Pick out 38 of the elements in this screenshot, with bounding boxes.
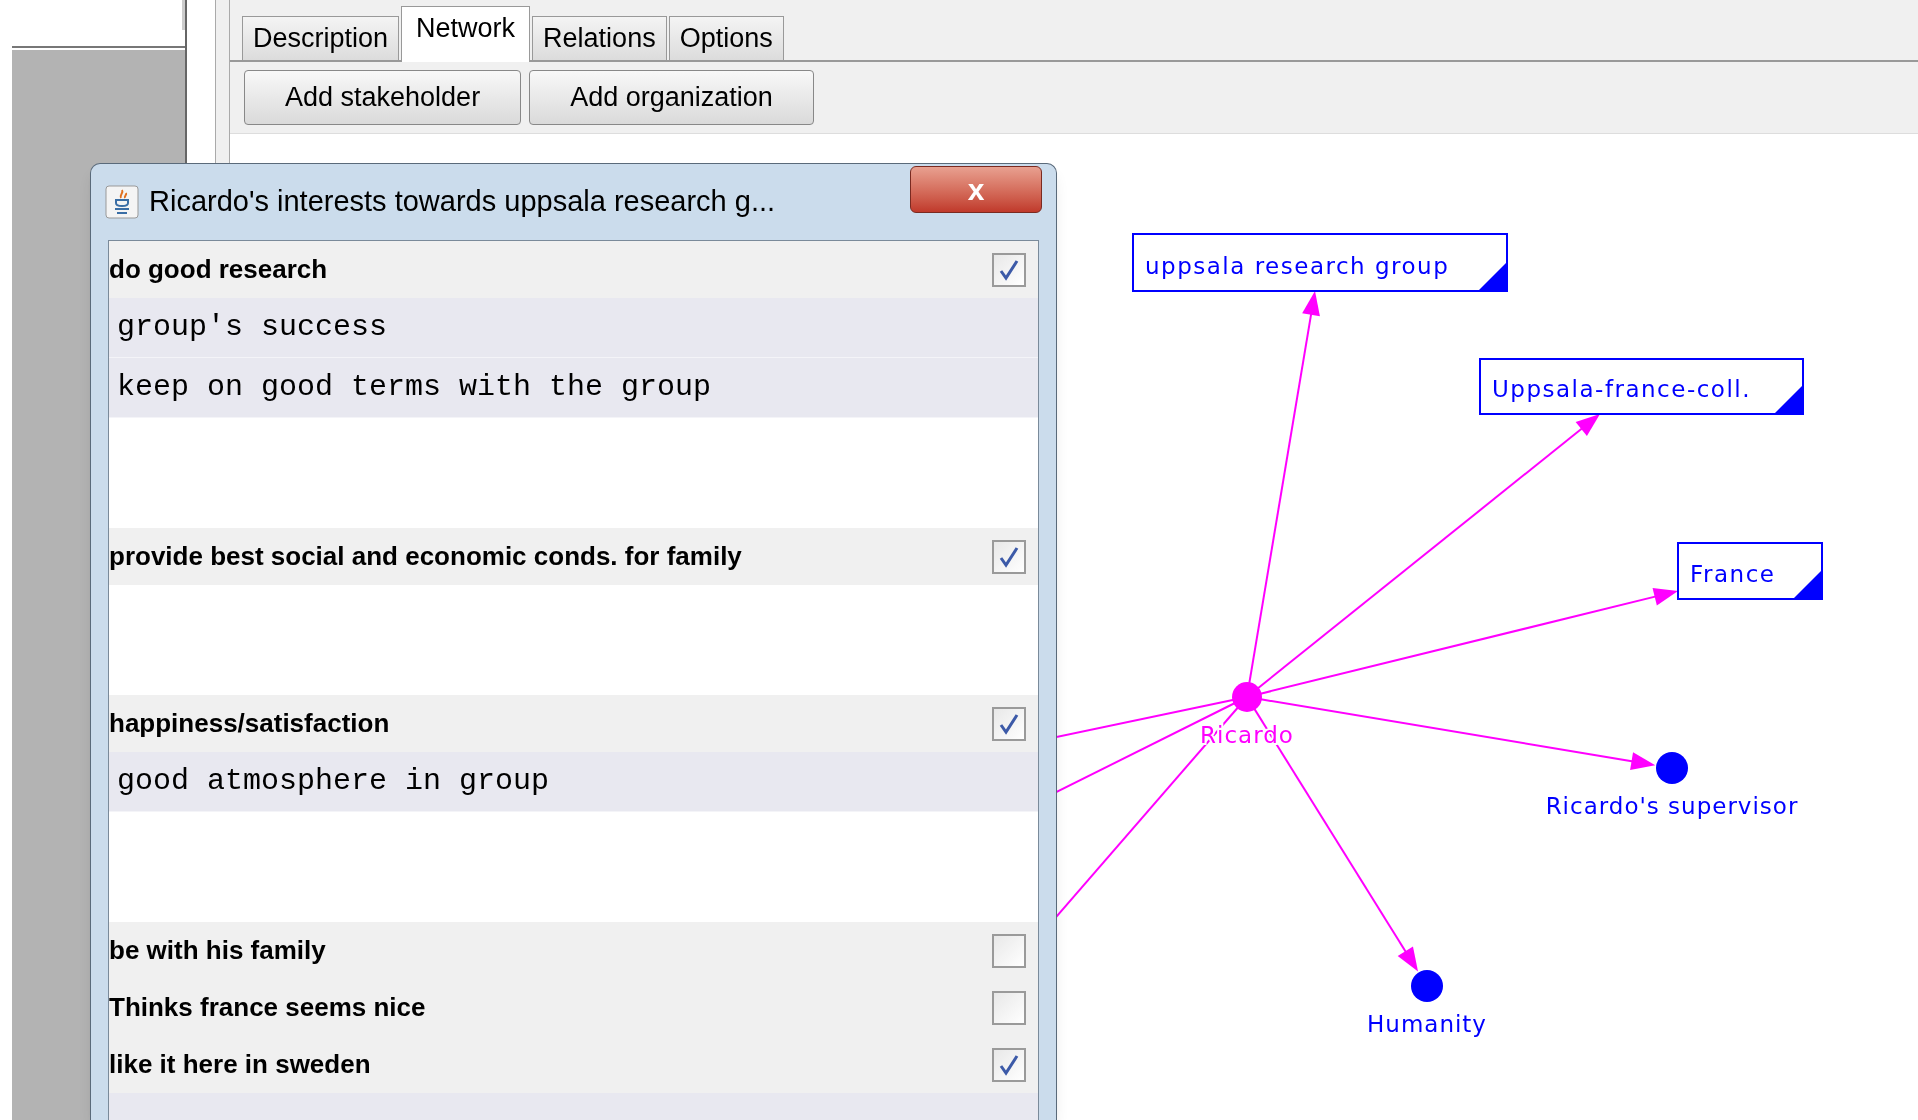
- corner-icon: [1479, 263, 1506, 290]
- node-label: Humanity: [1367, 1011, 1487, 1037]
- corner-icon: [1794, 571, 1821, 598]
- checkbox[interactable]: [992, 539, 1026, 574]
- goal-label: Thinks france seems nice: [109, 991, 426, 1024]
- organization-box[interactable]: [1677, 542, 1823, 600]
- organization-box[interactable]: [1132, 233, 1508, 292]
- tab[interactable]: Options: [668, 16, 784, 60]
- node-label: Ricardo's supervisor: [1545, 793, 1799, 819]
- node-dot[interactable]: [1232, 682, 1262, 712]
- goal-label: provide best social and economic conds. for family: [109, 540, 742, 573]
- organization-label: Uppsala-france-coll.: [1492, 376, 1752, 402]
- checkbox[interactable]: [992, 933, 1026, 968]
- detail-text: keep on good terms with the group: [117, 369, 712, 406]
- node-dot[interactable]: [1411, 970, 1443, 1002]
- goal-label: like it here in sweden: [109, 1048, 371, 1081]
- checkbox[interactable]: [992, 1047, 1026, 1082]
- dialog-title: Ricardo's interests towards uppsala research g...: [149, 184, 776, 220]
- goal-label: happiness/satisfaction: [109, 707, 390, 740]
- goal-label: be with his family: [109, 934, 326, 967]
- tab[interactable]: Relations: [532, 16, 667, 60]
- corner-icon: [1775, 386, 1802, 413]
- checkbox[interactable]: [992, 252, 1026, 287]
- node-dot[interactable]: [1656, 752, 1688, 784]
- close-button[interactable]: x: [910, 166, 1042, 213]
- toolbar-button[interactable]: Add organization: [529, 70, 814, 125]
- organization-box[interactable]: [1479, 358, 1804, 415]
- organization-label: France: [1690, 561, 1776, 587]
- toolbar-button[interactable]: Add stakeholder: [244, 70, 522, 125]
- java-cup-icon: [105, 185, 139, 219]
- goal-label: do good research: [109, 253, 328, 286]
- tab[interactable]: Description: [242, 16, 400, 60]
- tab[interactable]: Network: [401, 6, 531, 62]
- detail-text: good atmosphere in group: [117, 763, 550, 800]
- organization-label: uppsala research group: [1145, 253, 1450, 279]
- checkbox[interactable]: [992, 706, 1026, 741]
- checkbox[interactable]: [992, 990, 1026, 1025]
- detail-text: group's success: [117, 309, 388, 346]
